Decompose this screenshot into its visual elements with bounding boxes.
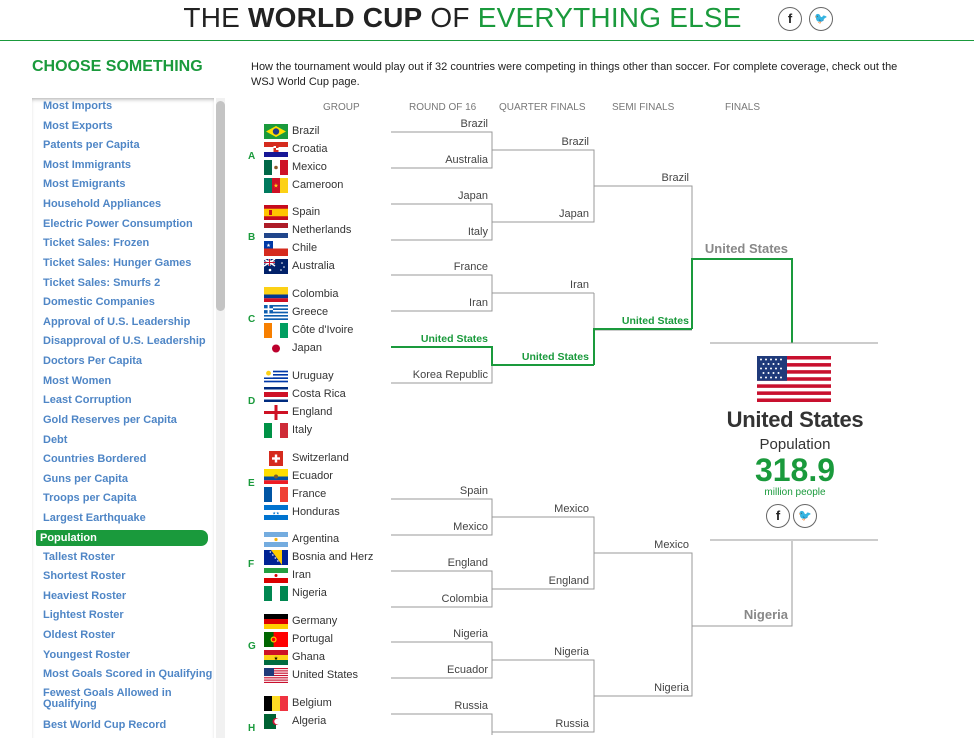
bracket-team-label: France [453, 261, 488, 273]
winner-value: 318.9 [754, 452, 836, 488]
bracket-team-label: Mexico [654, 539, 689, 551]
facebook-icon: f [775, 508, 781, 523]
winner-category: Population [759, 436, 831, 453]
bracket-team-label: Colombia [441, 593, 488, 605]
bracket-team-label: England [447, 557, 488, 569]
winner-name: United States [726, 407, 864, 432]
winner-facebook-share-button[interactable]: f [766, 504, 790, 528]
bracket-team-label: Korea Republic [412, 369, 488, 381]
bracket-team-label: Nigeria [453, 628, 488, 640]
bracket-team-label: Brazil [561, 136, 589, 148]
bracket-line [594, 552, 693, 697]
bracket-line [391, 713, 493, 735]
bracket-team-label: Mexico [453, 521, 488, 533]
bracket-team-label: Japan [458, 190, 488, 202]
bracket-team-label: England [548, 575, 589, 587]
twitter-icon: 🐦 [798, 510, 812, 522]
bracket-team-label: United States [704, 241, 788, 256]
bracket-team-label: United States [621, 315, 689, 327]
bracket-line [691, 258, 793, 343]
winner-flag [757, 356, 831, 407]
bracket-team-label: United States [420, 333, 488, 345]
bracket-team-label: United States [521, 351, 589, 363]
winner-twitter-share-button[interactable]: 🐦 [793, 504, 817, 528]
bracket-team-label: Italy [467, 226, 488, 238]
bracket-team-label: Ecuador [447, 664, 488, 676]
bracket-line [593, 328, 692, 365]
bracket-team-label: Brazil [661, 172, 689, 184]
bracket-team-label: Spain [459, 485, 488, 497]
bracket-team-label: Mexico [554, 503, 589, 515]
bracket-team-label: Iran [469, 297, 488, 309]
winner-unit: million people [764, 487, 826, 498]
bracket-team-label: Iran [570, 279, 589, 291]
bracket-team-label: Nigeria [654, 682, 689, 694]
bracket-team-label: Nigeria [743, 607, 788, 622]
bracket-team-label: Japan [559, 208, 589, 220]
bracket-team-label: Russia [454, 700, 488, 712]
bracket-team-label: Australia [445, 154, 488, 166]
bracket-team-label: Brazil [460, 118, 488, 130]
bracket-team-label: Nigeria [554, 646, 589, 658]
bracket-line [594, 185, 693, 260]
bracket-team-label: Russia [555, 718, 589, 730]
